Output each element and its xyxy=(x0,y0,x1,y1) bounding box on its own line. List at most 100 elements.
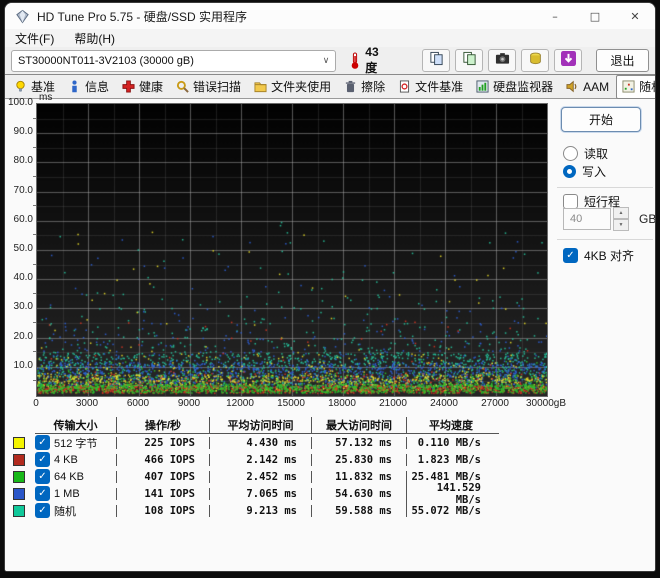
short-stroke-size-input[interactable]: 40 xyxy=(563,208,611,230)
random-access-icon xyxy=(622,80,635,93)
divider xyxy=(557,239,653,240)
benchmark-icon xyxy=(14,80,27,93)
write-radio[interactable]: 写入 xyxy=(563,163,606,180)
x-tick-label: 15000 xyxy=(277,398,305,409)
series-label: 512 字节 xyxy=(54,437,98,450)
spinner-down-button[interactable]: ▼ xyxy=(613,219,629,231)
4kb-align-checkbox[interactable]: ✓ 4KB 对齐 xyxy=(563,247,634,264)
tab-aam[interactable]: AAM xyxy=(560,75,615,99)
series-color-swatch xyxy=(13,453,25,466)
series-checkbox[interactable]: ✓ xyxy=(35,435,50,450)
tab-label: 文件夹使用 xyxy=(271,80,332,94)
series-color-swatch xyxy=(13,504,25,517)
toolbar-buttons xyxy=(422,49,583,72)
gb-unit-label: GB xyxy=(639,212,656,226)
table-cell-max: 57.132 ms xyxy=(311,436,406,449)
series-label: 64 KB xyxy=(54,470,84,483)
download-button[interactable] xyxy=(554,49,583,72)
menu-item-file[interactable]: 文件(F) xyxy=(15,30,54,47)
table-row: ✓ 1 MB 141 IOPS 7.065 ms 54.630 ms 141.529 MB… xyxy=(13,481,499,506)
x-tick-label: 18000 xyxy=(328,398,356,409)
table-row: ✓ 随机 108 IOPS 9.213 ms 59.588 ms 55.072 MB/s xyxy=(13,502,499,519)
x-tick-label: 21000 xyxy=(379,398,407,409)
table-header-cell: 操作/秒 xyxy=(116,417,209,433)
divider xyxy=(557,187,653,188)
start-button[interactable]: 开始 xyxy=(561,107,641,132)
scan-icon xyxy=(176,80,189,93)
series-checkbox[interactable]: ✓ xyxy=(35,469,50,484)
copy-text-button[interactable] xyxy=(422,49,451,72)
table-cell-ops: 225 IOPS xyxy=(116,436,209,449)
app-icon xyxy=(15,9,30,24)
series-checkbox[interactable]: ✓ xyxy=(35,486,50,501)
screenshot-button[interactable] xyxy=(488,49,517,72)
y-tick-label: 40.0 xyxy=(13,272,33,284)
read-radio-circle[interactable] xyxy=(563,146,578,161)
title-bar: HD Tune Pro 5.75 - 硬盘/SSD 实用程序 – □ ✕ xyxy=(5,3,655,29)
tab-random-access[interactable]: 随机访问 xyxy=(616,74,655,99)
drive-select-value: ST30000NT011-3V2103 (30000 gB) xyxy=(18,54,194,67)
write-radio-circle[interactable] xyxy=(563,165,576,178)
tab-health[interactable]: 健康 xyxy=(116,75,169,99)
x-tick-label: 12000 xyxy=(226,398,254,409)
table-cell-max: 11.832 ms xyxy=(311,470,406,483)
drive-select[interactable]: ST30000NT011-3V2103 (30000 gB) ∨ xyxy=(11,49,337,72)
series-label: 随机 xyxy=(54,505,76,518)
table-cell-avg: 2.142 ms xyxy=(209,453,311,466)
x-tick-label: 27000 xyxy=(481,398,509,409)
maximize-button[interactable]: □ xyxy=(575,3,615,29)
spinner-up-button[interactable]: ▲ xyxy=(613,207,629,219)
tab-file-benchmark[interactable]: 文件基准 xyxy=(392,75,469,99)
tab-label: 信息 xyxy=(85,80,110,94)
read-radio[interactable]: 读取 xyxy=(563,145,608,162)
chevron-down-icon: ∨ xyxy=(322,55,330,65)
y-tick-label: 10.0 xyxy=(13,359,33,371)
y-tick-label: 30.0 xyxy=(13,301,33,313)
tab-label: AAM xyxy=(583,79,610,94)
temperature-value: 43度 xyxy=(365,45,379,75)
download-icon xyxy=(560,50,576,71)
tab-bar: 基准信息健康错误扫描文件夹使用擦除文件基准硬盘监视器AAM随机访问额外测试 xyxy=(5,74,655,99)
scatter-canvas xyxy=(37,104,547,396)
tab-label: 错误扫描 xyxy=(193,80,242,94)
app-window: HD Tune Pro 5.75 - 硬盘/SSD 实用程序 – □ ✕ 文件(… xyxy=(4,2,656,572)
series-color-swatch xyxy=(13,487,25,500)
thermometer-icon xyxy=(348,52,362,70)
x-tick-label: 9000 xyxy=(177,398,201,409)
tab-error-scan[interactable]: 错误扫描 xyxy=(170,75,247,99)
tab-info[interactable]: 信息 xyxy=(62,75,115,99)
table-cell-avg: 7.065 ms xyxy=(209,487,311,500)
series-checkbox[interactable]: ✓ xyxy=(35,452,50,467)
table-header-cell: 平均速度 xyxy=(406,417,495,433)
table-cell-ops: 108 IOPS xyxy=(116,504,209,517)
table-cell-max: 25.830 ms xyxy=(311,453,406,466)
minimize-button[interactable]: – xyxy=(535,3,575,29)
write-radio-label: 写入 xyxy=(582,165,607,179)
toolbar: ST30000NT011-3V2103 (30000 gB) ∨ 43度 退出 xyxy=(5,45,655,75)
series-checkbox[interactable]: ✓ xyxy=(35,503,50,518)
tab-disk-monitor[interactable]: 硬盘监视器 xyxy=(470,75,559,99)
menu-item-help[interactable]: 帮助(H) xyxy=(74,30,115,47)
table-row: ✓ 4 KB 466 IOPS 2.142 ms 25.830 ms 1.823 MB/s xyxy=(13,451,499,468)
4kb-align-box[interactable]: ✓ xyxy=(563,248,578,263)
exit-button[interactable]: 退出 xyxy=(596,49,650,72)
x-tick-label: 24000 xyxy=(430,398,458,409)
table-cell-ops: 407 IOPS xyxy=(116,470,209,483)
tab-benchmark[interactable]: 基准 xyxy=(8,75,61,99)
camera-icon xyxy=(495,51,510,71)
short-stroke-size-control: 40 ▲ ▼ GB xyxy=(563,207,656,231)
table-header-cell: 传输大小 xyxy=(53,420,98,432)
save-results-button[interactable] xyxy=(521,49,550,72)
menu-bar: 文件(F) 帮助(H) xyxy=(5,29,655,47)
health-icon xyxy=(122,80,135,93)
copy-image-button[interactable] xyxy=(455,49,484,72)
series-color-swatch xyxy=(13,436,25,449)
tab-label: 健康 xyxy=(139,80,164,94)
tab-folder-usage[interactable]: 文件夹使用 xyxy=(248,75,337,99)
close-button[interactable]: ✕ xyxy=(615,3,655,29)
erase-icon xyxy=(344,80,357,93)
tab-erase[interactable]: 擦除 xyxy=(338,75,391,99)
tab-label: 硬盘监视器 xyxy=(493,80,554,94)
copy-green-icon xyxy=(462,51,477,71)
window-controls: – □ ✕ xyxy=(535,3,655,29)
